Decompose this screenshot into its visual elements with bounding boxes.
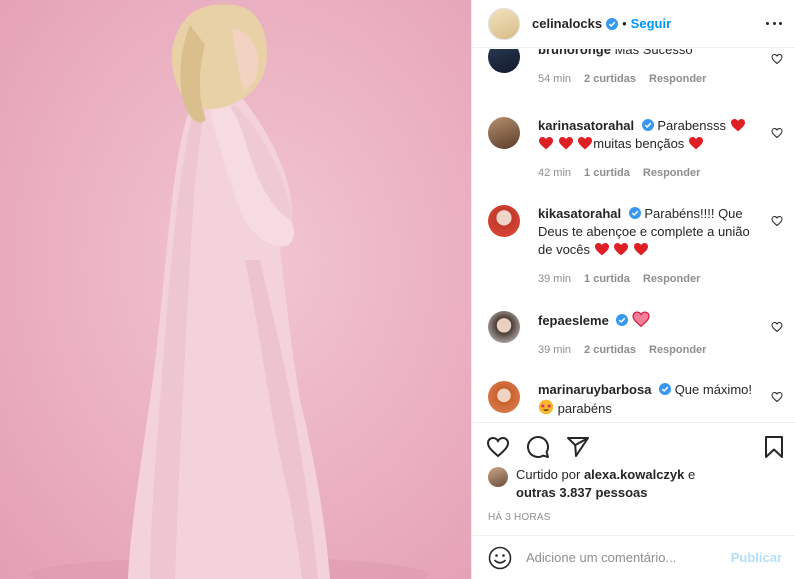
liker-avatar[interactable] [488, 467, 508, 487]
post-header: celinalocks • Seguir [472, 0, 795, 48]
post-actions [472, 422, 795, 470]
comment-item: karinasatorahal Parabensss muitas benção… [488, 117, 788, 179]
red-heart-icon [558, 136, 573, 150]
commenter-avatar[interactable] [488, 117, 520, 149]
commenter-avatar[interactable] [488, 381, 520, 413]
pink-heart-icon [632, 311, 650, 327]
comment-meta: 42 min 1 curtida Responder [538, 167, 788, 179]
liker-username[interactable]: alexa.kowalczyk [584, 467, 684, 482]
reply-button[interactable]: Responder [643, 273, 700, 285]
comment-text: parabéns [557, 401, 612, 416]
likes-conjunction: e [688, 467, 696, 482]
commenter-username[interactable]: kikasatorahal [538, 206, 621, 221]
comment-item: marinaruybarbosa Que máximo! parabéns [488, 381, 788, 418]
comments-list[interactable]: brunoronge Mas Sucesso 54 min 2 curtidas… [472, 49, 795, 422]
comment-item: brunoronge Mas Sucesso 54 min 2 curtidas… [488, 49, 788, 85]
share-icon[interactable] [566, 435, 590, 459]
separator-dot: • [622, 16, 627, 31]
likes-others-link[interactable]: outras 3.837 pessoas [516, 485, 648, 500]
comment-input[interactable] [526, 550, 731, 565]
emoji-icon[interactable] [488, 546, 512, 570]
comment-item: fepaesleme 39 min 2 curtidas Responder [488, 311, 788, 356]
comment-body: kikasatorahal Parabéns!!!! Que Deus te a… [538, 205, 764, 259]
red-heart-icon [539, 136, 553, 150]
like-comment-heart-icon[interactable] [771, 391, 783, 403]
commenter-avatar[interactable] [488, 49, 520, 73]
like-comment-heart-icon[interactable] [771, 53, 783, 65]
post-side-panel: celinalocks • Seguir brunoronge Mas Suce… [471, 0, 795, 579]
comment-likes[interactable]: 2 curtidas [584, 73, 636, 85]
commenter-username[interactable]: marinaruybarbosa [538, 382, 651, 397]
post-timestamp[interactable]: HÁ 3 HORAS [488, 512, 551, 523]
verified-badge-icon [659, 383, 672, 395]
red-heart-icon [614, 242, 629, 256]
likes-text: Curtido por alexa.kowalczyk e outras 3.8… [516, 466, 695, 502]
comment-meta: 39 min 2 curtidas Responder [538, 344, 788, 356]
commenter-username[interactable]: karinasatorahal [538, 118, 634, 133]
photo-illustration [30, 4, 430, 579]
star-struck-emoji-icon [538, 399, 554, 415]
comment-text: Mas Sucesso [614, 49, 693, 57]
comment-time[interactable]: 54 min [538, 73, 571, 85]
reply-button[interactable]: Responder [643, 167, 700, 179]
author-avatar[interactable] [488, 7, 520, 40]
comment-body: marinaruybarbosa Que máximo! parabéns [538, 381, 764, 418]
red-heart-icon [633, 242, 648, 256]
publish-button[interactable]: Publicar [731, 550, 782, 565]
comment-time[interactable]: 39 min [538, 344, 571, 356]
commenter-username[interactable]: brunoronge [538, 49, 611, 57]
commenter-avatar[interactable] [488, 311, 520, 343]
comment-time[interactable]: 39 min [538, 273, 571, 285]
verified-badge-icon [606, 17, 619, 30]
add-comment-bar: Publicar [472, 535, 795, 579]
comment-meta: 39 min 1 curtida Responder [538, 273, 788, 285]
comment-body: karinasatorahal Parabensss muitas benção… [538, 117, 764, 153]
follow-button[interactable]: Seguir [631, 16, 671, 31]
comment-meta: 54 min 2 curtidas Responder [538, 73, 788, 85]
red-heart-icon [594, 242, 609, 256]
verified-badge-icon [628, 207, 641, 219]
comment-time[interactable]: 42 min [538, 167, 571, 179]
comment-likes[interactable]: 1 curtida [584, 273, 630, 285]
reply-button[interactable]: Responder [649, 344, 706, 356]
comment-text: Parabensss [657, 118, 727, 133]
heart-icon[interactable] [486, 435, 510, 459]
post-photo[interactable] [0, 0, 471, 579]
reply-button[interactable]: Responder [649, 73, 706, 85]
more-options-icon[interactable] [766, 16, 782, 32]
red-heart-icon [730, 118, 745, 132]
verified-badge-icon [616, 314, 629, 326]
comment-item: kikasatorahal Parabéns!!!! Que Deus te a… [488, 205, 788, 285]
author-username[interactable]: celinalocks [532, 16, 602, 31]
red-heart-icon [578, 136, 593, 150]
like-comment-heart-icon[interactable] [771, 321, 783, 333]
verified-badge-icon [641, 119, 654, 131]
like-comment-heart-icon[interactable] [771, 127, 783, 139]
comment-text: muitas bençãos [593, 136, 685, 151]
comment-likes[interactable]: 1 curtida [584, 167, 630, 179]
likes-summary: Curtido por alexa.kowalczyk e outras 3.8… [488, 466, 788, 502]
comment-icon[interactable] [526, 435, 550, 459]
save-icon[interactable] [762, 435, 786, 459]
likes-prefix: Curtido por [516, 467, 581, 482]
comment-body: fepaesleme [538, 311, 764, 330]
red-heart-icon [688, 136, 703, 150]
comment-likes[interactable]: 2 curtidas [584, 344, 636, 356]
like-comment-heart-icon[interactable] [771, 215, 783, 227]
commenter-avatar[interactable] [488, 205, 520, 237]
comment-text: Que máximo! [674, 382, 752, 397]
commenter-username[interactable]: fepaesleme [538, 313, 609, 328]
comment-body: brunoronge Mas Sucesso [538, 49, 764, 59]
